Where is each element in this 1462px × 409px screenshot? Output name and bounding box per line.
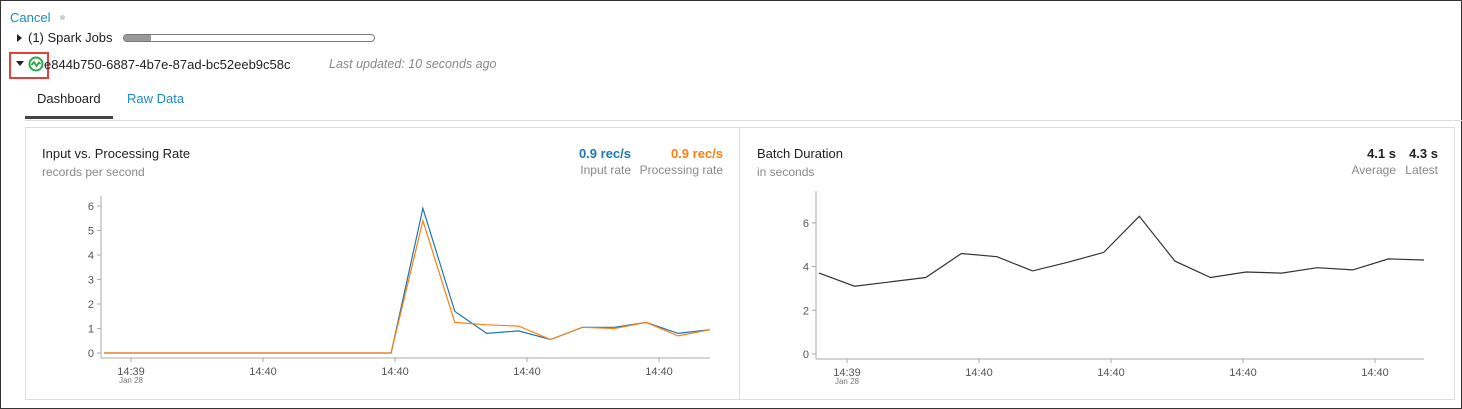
duration-panel-subtitle: in seconds — [757, 165, 815, 179]
latest-duration-label: Latest — [1405, 163, 1438, 177]
rate-y-tick-label: 5 — [88, 226, 94, 238]
average-duration-value: 4.1 s — [1367, 146, 1396, 161]
rate-x-tick-label: 14:40 — [249, 366, 277, 378]
rate-y-tick-label: 0 — [88, 348, 94, 360]
rate-x-tick-label: 14:40 — [513, 366, 541, 378]
input-processing-chart: 012345614:39Jan 2814:40 14:40 14:40 14:40 — [88, 196, 711, 385]
rate-y-tick-label: 4 — [88, 250, 94, 262]
duration-panel-title: Batch Duration — [757, 146, 843, 161]
rate-y-tick-label: 1 — [88, 324, 94, 336]
rate-x-tick-label: 14:40 — [381, 366, 409, 378]
latest-duration-value: 4.3 s — [1409, 146, 1438, 161]
rate-x-tick-label: 14:40 — [645, 366, 673, 378]
rate-y-tick-label: 2 — [88, 299, 94, 311]
rate-y-tick-label: 6 — [88, 201, 94, 213]
rate-series-line-1 — [104, 218, 711, 354]
rate-series-line-0 — [104, 206, 711, 354]
average-duration-label: Average — [1351, 163, 1396, 177]
rate-x-tick-sublabel: Jan 28 — [119, 376, 144, 385]
rate-y-tick-label: 3 — [88, 275, 94, 287]
